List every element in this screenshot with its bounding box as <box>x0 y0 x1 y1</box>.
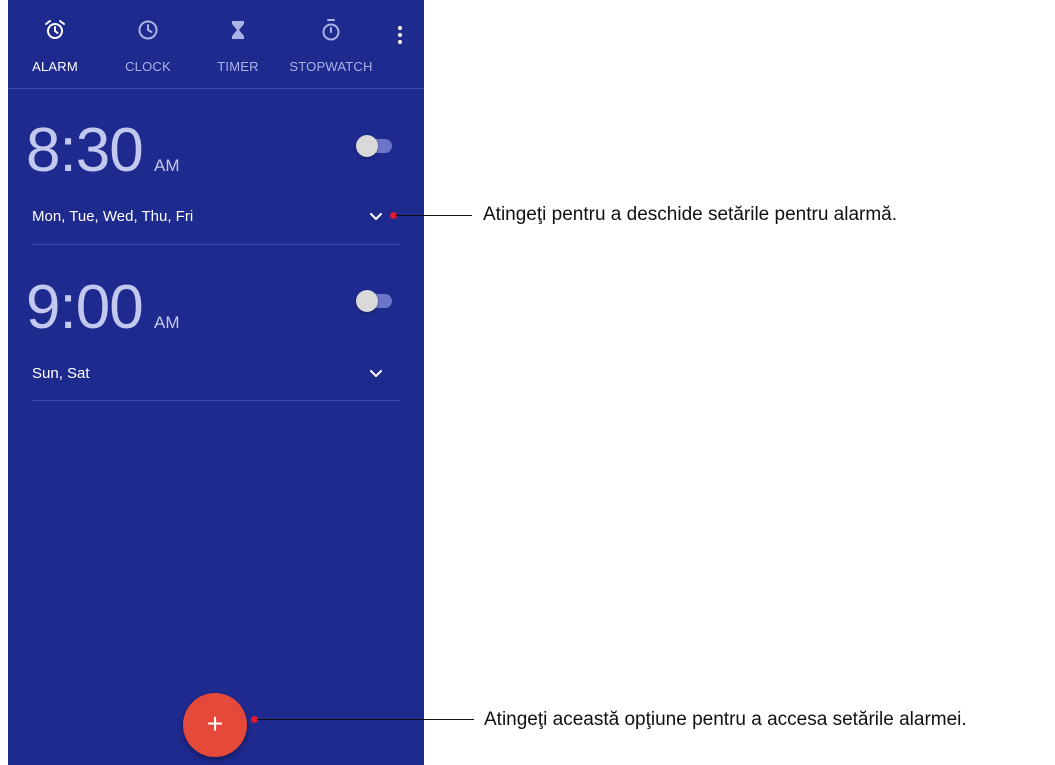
tab-timer-label: TIMER <box>217 59 259 74</box>
overflow-menu-icon[interactable] <box>396 26 404 48</box>
hourglass-icon <box>232 21 244 39</box>
alarm-ampm: AM <box>154 313 180 332</box>
clock-app-screen: ALARM CLOCK TIMER STOPWATCH 8:30 AM Mon,… <box>8 0 424 765</box>
chevron-down-icon[interactable] <box>368 209 384 225</box>
toggle-thumb <box>356 135 378 157</box>
chevron-down-icon[interactable] <box>368 366 384 382</box>
tab-stopwatch[interactable]: STOPWATCH <box>282 0 380 88</box>
callout-line <box>257 719 474 720</box>
tab-alarm[interactable]: ALARM <box>8 0 102 88</box>
alarm-toggle[interactable] <box>356 290 392 312</box>
clock-icon <box>138 20 158 40</box>
alarm-icon <box>45 20 65 39</box>
plus-icon: + <box>206 708 224 739</box>
stopwatch-icon <box>322 19 340 41</box>
tab-alarm-label: ALARM <box>32 59 78 74</box>
alarm-toggle[interactable] <box>356 135 392 157</box>
alarm-time[interactable]: 8:30 <box>26 120 144 182</box>
toggle-thumb <box>356 290 378 312</box>
alarm-item[interactable]: 9:00 AM Sun, Sat <box>8 245 424 402</box>
alarm-days: Mon, Tue, Wed, Thu, Fri <box>32 208 194 225</box>
alarm-ampm: AM <box>154 156 180 175</box>
tab-clock[interactable]: CLOCK <box>102 0 194 88</box>
tab-timer[interactable]: TIMER <box>194 0 282 88</box>
tab-clock-label: CLOCK <box>125 59 171 74</box>
tab-bar: ALARM CLOCK TIMER STOPWATCH <box>8 0 424 89</box>
callout-add-alarm: Atingeţi această opţiune pentru a accesa… <box>484 709 967 730</box>
tab-stopwatch-label: STOPWATCH <box>289 59 373 74</box>
alarm-days: Sun, Sat <box>32 365 90 382</box>
divider <box>32 400 400 401</box>
alarm-item[interactable]: 8:30 AM Mon, Tue, Wed, Thu, Fri <box>8 88 424 245</box>
alarm-time[interactable]: 9:00 <box>26 277 144 339</box>
callout-line <box>396 215 472 216</box>
callout-expand-settings: Atingeţi pentru a deschide setările pent… <box>483 204 898 225</box>
add-alarm-button[interactable]: + <box>183 693 247 757</box>
